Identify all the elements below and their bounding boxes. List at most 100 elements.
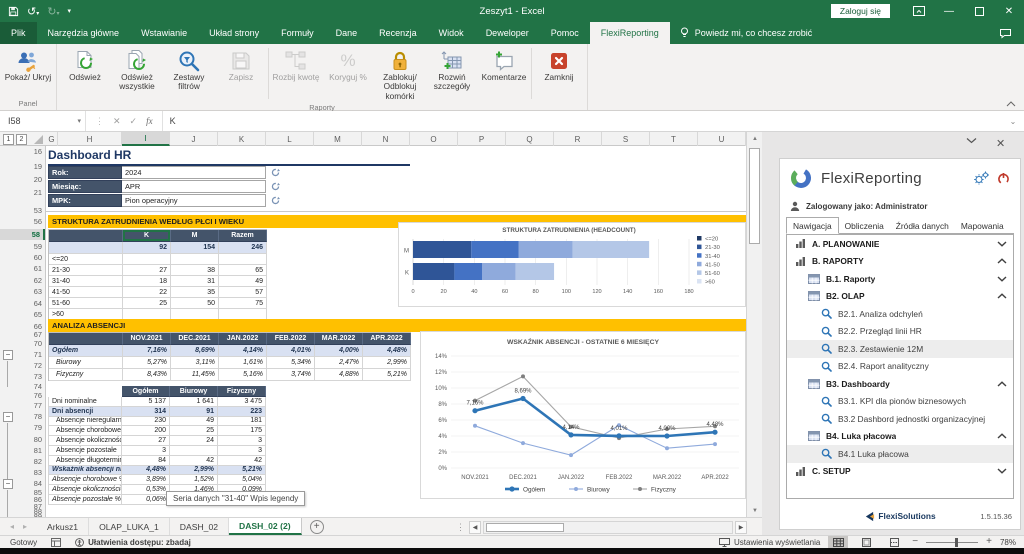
row-header-58[interactable]: 58: [0, 229, 45, 240]
ribbon-button-expand-details[interactable]: Rozwiń szczegóły: [426, 45, 478, 102]
ribbon-tab-3[interactable]: Formuły: [270, 22, 325, 44]
formula-input[interactable]: K: [163, 111, 1002, 131]
close-button[interactable]: ✕: [994, 0, 1024, 22]
view-page-layout-icon[interactable]: [856, 536, 876, 548]
table-row-label[interactable]: Wskaźnik absencji nieregularnych: [48, 466, 122, 476]
table-cell[interactable]: 3,74%: [267, 369, 315, 381]
settings-gears-icon[interactable]: [973, 171, 989, 185]
pane-tab-0[interactable]: Nawigacja: [786, 217, 839, 234]
table-row-label[interactable]: Absencje okolicznościowe %: [48, 485, 122, 495]
table-row-label[interactable]: Ogółem: [49, 345, 123, 357]
table-cell[interactable]: 2,99%: [170, 466, 218, 476]
select-all-corner[interactable]: [34, 135, 43, 144]
expand-formula-bar-icon[interactable]: ⌄: [1002, 111, 1024, 131]
row-header-83[interactable]: 83: [18, 467, 45, 478]
display-settings-button[interactable]: Ustawienia wyświetlania: [719, 538, 820, 547]
ribbon-button-close-red[interactable]: Zamknij: [533, 45, 585, 102]
table-cell[interactable]: 4,48%: [363, 345, 411, 357]
filter-value[interactable]: 2024: [122, 166, 266, 179]
table-row-label[interactable]: Dni absencji: [48, 407, 122, 417]
row-header-59[interactable]: 59: [18, 241, 45, 252]
table-cell[interactable]: 3: [218, 436, 266, 446]
pane-tab-3[interactable]: Mapowania: [955, 218, 1010, 233]
column-header-T[interactable]: T: [650, 132, 698, 146]
row-header-62[interactable]: 62: [18, 275, 45, 286]
table-cell[interactable]: 8,69%: [171, 345, 219, 357]
column-header-K[interactable]: K: [218, 132, 266, 146]
accessibility-status[interactable]: Ułatwienia dostępu: zbadaj: [75, 538, 191, 547]
table-cell[interactable]: 49: [170, 417, 218, 427]
table-row-label[interactable]: Fizyczny: [49, 369, 123, 381]
sheet-nav-right-icon[interactable]: ▸: [23, 522, 27, 531]
pane-tab-2[interactable]: Źródła danych: [890, 218, 955, 233]
logout-power-icon[interactable]: [997, 172, 1010, 185]
ribbon-tab-5[interactable]: Recenzja: [368, 22, 428, 44]
row-header-56[interactable]: 56: [18, 216, 45, 227]
table-cell[interactable]: 230: [122, 417, 170, 427]
row-header-77[interactable]: 77: [18, 400, 45, 411]
tree-item-9[interactable]: B3.1. KPI dla pionów biznesowych: [787, 393, 1013, 411]
table-cell[interactable]: 50: [171, 298, 219, 309]
table-cell[interactable]: 49: [219, 276, 267, 287]
share-comment-icon[interactable]: [999, 22, 1012, 44]
maximize-button[interactable]: [964, 0, 994, 22]
tree-item-8[interactable]: B3. Dashboardy: [787, 375, 1013, 393]
hscroll-left-icon[interactable]: ◀: [469, 521, 481, 534]
sheet-nav-left-icon[interactable]: ◂: [10, 522, 14, 531]
outline-group-collapse[interactable]: −: [3, 412, 13, 422]
collapse-ribbon-icon[interactable]: [1006, 101, 1016, 107]
tree-item-12[interactable]: B4.1 Luka płacowa: [787, 445, 1013, 463]
table-cell[interactable]: 4,00%: [315, 345, 363, 357]
row-header-63[interactable]: 63: [18, 286, 45, 297]
ribbon-button-panel-toggle[interactable]: Pokaż/ Ukryj: [2, 45, 54, 98]
table-cell[interactable]: 3,89%: [122, 475, 170, 485]
pane-options-chevron-icon[interactable]: [966, 137, 977, 144]
table-col-header[interactable]: MAR.2022: [315, 333, 363, 345]
table-cell[interactable]: 5,16%: [219, 369, 267, 381]
table-cell[interactable]: 27: [123, 265, 171, 276]
horizontal-scrollbar[interactable]: [483, 521, 733, 534]
table-cell[interactable]: 4,14%: [219, 345, 267, 357]
table-row-label[interactable]: Absencje długoterminowe: [48, 456, 122, 466]
filter-value[interactable]: APR: [122, 180, 266, 193]
tree-item-0[interactable]: A. PLANOWANIE: [787, 235, 1013, 253]
table-row-label[interactable]: Absencje okolicznościowe: [48, 436, 122, 446]
ribbon-tab-2[interactable]: Układ strony: [198, 22, 270, 44]
table-cell[interactable]: 4,48%: [122, 466, 170, 476]
table-cell[interactable]: 7,16%: [123, 345, 171, 357]
ribbon-tab-1[interactable]: Wstawianie: [130, 22, 198, 44]
chevron-up-icon[interactable]: [997, 293, 1007, 299]
ribbon-button-filter-sets[interactable]: Zestawy filtrów: [163, 45, 215, 102]
headcount-chart[interactable]: STRUKTURA ZATRUDNIENIA (HEADCOUNT)020406…: [398, 222, 746, 307]
row-header-16[interactable]: 16: [18, 146, 45, 157]
tree-item-2[interactable]: B.1. Raporty: [787, 270, 1013, 288]
table-row-label[interactable]: 31-40: [49, 276, 123, 287]
table-cell[interactable]: 75: [219, 298, 267, 309]
table-cell[interactable]: 223: [218, 407, 266, 417]
ribbon-button-refresh-all[interactable]: Odśwież wszystkie: [111, 45, 163, 102]
view-page-break-icon[interactable]: [884, 536, 904, 548]
row-header-60[interactable]: 60: [18, 252, 45, 263]
chevron-up-icon[interactable]: [997, 433, 1007, 439]
tell-me-box[interactable]: Powiedz mi, co chcesz zrobić: [670, 22, 823, 44]
row-header-78[interactable]: 78: [18, 411, 45, 422]
filter-refresh-icon[interactable]: [271, 194, 280, 207]
table-row-label[interactable]: 51-60: [49, 298, 123, 309]
ribbon-button-refresh[interactable]: Odśwież: [59, 45, 111, 102]
table-cell[interactable]: 18: [123, 276, 171, 287]
save-icon[interactable]: [8, 6, 19, 17]
table-cell[interactable]: 5 137: [122, 397, 170, 407]
outline-level-1-button[interactable]: 1: [3, 134, 14, 145]
row-header-82[interactable]: 82: [18, 456, 45, 467]
table-cell[interactable]: 57: [219, 287, 267, 298]
column-header-H[interactable]: H: [58, 132, 122, 146]
ribbon-tab-plik[interactable]: Plik: [0, 22, 37, 44]
row-header-80[interactable]: 80: [18, 434, 45, 445]
zoom-slider-thumb[interactable]: [955, 538, 958, 547]
table-row-label[interactable]: <=20: [49, 254, 123, 265]
tree-item-13[interactable]: C. SETUP: [787, 463, 1013, 481]
table-row-label[interactable]: Absencje pozostałe: [48, 446, 122, 456]
row-header-53[interactable]: 53: [18, 205, 45, 216]
tree-item-1[interactable]: B. RAPORTY: [787, 253, 1013, 271]
table-cell[interactable]: 42: [170, 456, 218, 466]
